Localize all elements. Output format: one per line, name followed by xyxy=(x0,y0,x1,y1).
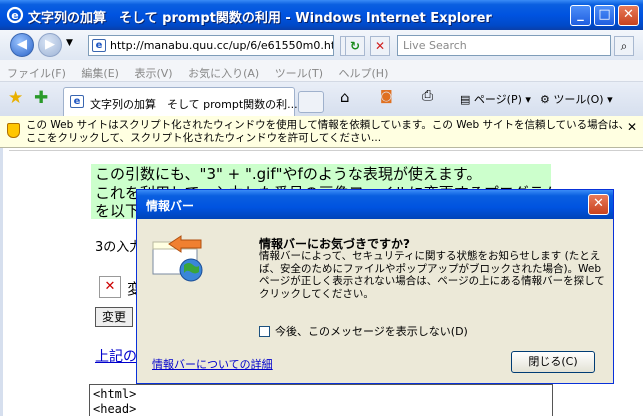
refresh-icon[interactable]: ↻ xyxy=(345,36,365,56)
content-separator xyxy=(9,150,643,151)
tab-toolbar: ★ ✚ e 文字列の加算 そして prompt関数の利... ⌂ ◙ ⎙ ▤ ペ… xyxy=(0,82,643,116)
checkbox-box[interactable] xyxy=(259,326,270,337)
tools-menu-label: ツール(O) xyxy=(553,93,604,106)
dialog-body-text: 情報バーによって、セキュリティに関する状態をお知らせします (たとえば、安全のた… xyxy=(259,250,605,300)
close-button[interactable]: ✕ xyxy=(618,5,639,26)
menu-view[interactable]: 表示(V) xyxy=(127,60,177,81)
paragraph-line-3: を以下 xyxy=(95,202,141,220)
menu-help[interactable]: ヘルプ(H) xyxy=(332,60,394,81)
dont-show-checkbox[interactable]: 今後、このメッセージを表示しない(D) xyxy=(259,323,468,339)
infobar-close-icon[interactable]: ✕ xyxy=(627,120,637,134)
infobar-message[interactable]: この Web サイトはスクリプト化されたウィンドウを使用して情報を依頼しています… xyxy=(26,119,631,145)
address-bar[interactable]: e http://manabu.quu.cc/up/6/e61550m0.htm xyxy=(88,35,334,56)
infobar-help-link[interactable]: 情報バーについての詳細 xyxy=(152,356,273,372)
change-button[interactable]: 変更 xyxy=(95,307,133,327)
page-menu[interactable]: ▤ ページ(P) ▾ xyxy=(460,91,531,107)
tools-menu[interactable]: ⚙ ツール(O) ▾ xyxy=(540,91,613,107)
feeds-icon[interactable]: ◙ xyxy=(380,89,393,104)
content-link[interactable]: 上記の xyxy=(95,346,137,366)
page-favicon-icon: e xyxy=(92,39,106,52)
search-icon[interactable]: ⌕ xyxy=(614,36,634,56)
shield-icon xyxy=(7,123,20,138)
page-menu-label: ページ(P) xyxy=(473,93,522,106)
forward-button[interactable]: ▶ xyxy=(38,33,62,57)
stop-icon[interactable]: ✕ xyxy=(370,36,390,56)
minimize-button[interactable]: _ xyxy=(570,5,591,26)
dialog-close-button[interactable]: ✕ xyxy=(588,194,609,215)
infobar-dialog: 情報バー ✕ 情報バーにお気づきですか? 情報バーによって、セキュリティに関する… xyxy=(136,189,614,384)
window-titlebar: e 文字列の加算 そして prompt関数の利用 - Windows Inter… xyxy=(0,0,643,30)
svg-text:e: e xyxy=(11,9,18,22)
new-tab-button[interactable] xyxy=(298,91,324,113)
code-line: <html> xyxy=(93,387,137,401)
address-toolbar: ◀ ▶ ▼ e http://manabu.quu.cc/up/6/e61550… xyxy=(0,30,643,60)
maximize-button[interactable]: □ xyxy=(594,5,615,26)
favorites-star-icon[interactable]: ★ xyxy=(8,90,23,107)
menu-bar: ファイル(F) 編集(E) 表示(V) お気に入り(A) ツール(T) ヘルプ(… xyxy=(0,60,643,82)
tab-label: 文字列の加算 そして prompt関数の利... xyxy=(90,98,298,111)
paragraph-line-1: この引数にも、"3" + ".gif"やfのような表現が使えます。 xyxy=(95,165,482,183)
checkbox-label[interactable]: 今後、このメッセージを表示しない(D) xyxy=(275,325,468,338)
add-favorite-icon[interactable]: ✚ xyxy=(34,90,48,107)
dialog-titlebar: 情報バー ✕ xyxy=(137,190,613,219)
code-line: <head> xyxy=(93,402,137,416)
history-dropdown-icon[interactable]: ▼ xyxy=(66,38,73,48)
internet-explorer-icon: e xyxy=(6,6,24,24)
code-block: <html> <head> xyxy=(89,384,553,416)
broken-image-icon: ✕ xyxy=(99,276,121,298)
search-input[interactable]: Live Search xyxy=(397,35,611,56)
menu-tools[interactable]: ツール(T) xyxy=(268,60,328,81)
home-icon[interactable]: ⌂ xyxy=(340,88,350,106)
menu-favorites[interactable]: お気に入り(A) xyxy=(181,60,264,81)
dialog-title: 情報バー xyxy=(146,199,195,213)
address-input[interactable]: http://manabu.quu.cc/up/6/e61550m0.htm xyxy=(110,39,333,52)
back-button[interactable]: ◀ xyxy=(10,33,34,57)
print-icon[interactable]: ⎙ xyxy=(422,88,433,104)
window-title: 文字列の加算 そして prompt関数の利用 - Windows Interne… xyxy=(28,11,492,26)
browser-tab[interactable]: e 文字列の加算 そして prompt関数の利... xyxy=(63,87,298,116)
infobar-illustration-icon xyxy=(152,235,203,282)
tab-favicon-icon: e xyxy=(70,95,84,108)
menu-file[interactable]: ファイル(F) xyxy=(0,60,71,81)
information-bar[interactable]: この Web サイトはスクリプト化されたウィンドウを使用して情報を依頼しています… xyxy=(0,116,643,148)
menu-edit[interactable]: 編集(E) xyxy=(74,60,124,81)
dialog-ok-button[interactable]: 閉じる(C) xyxy=(511,351,595,373)
